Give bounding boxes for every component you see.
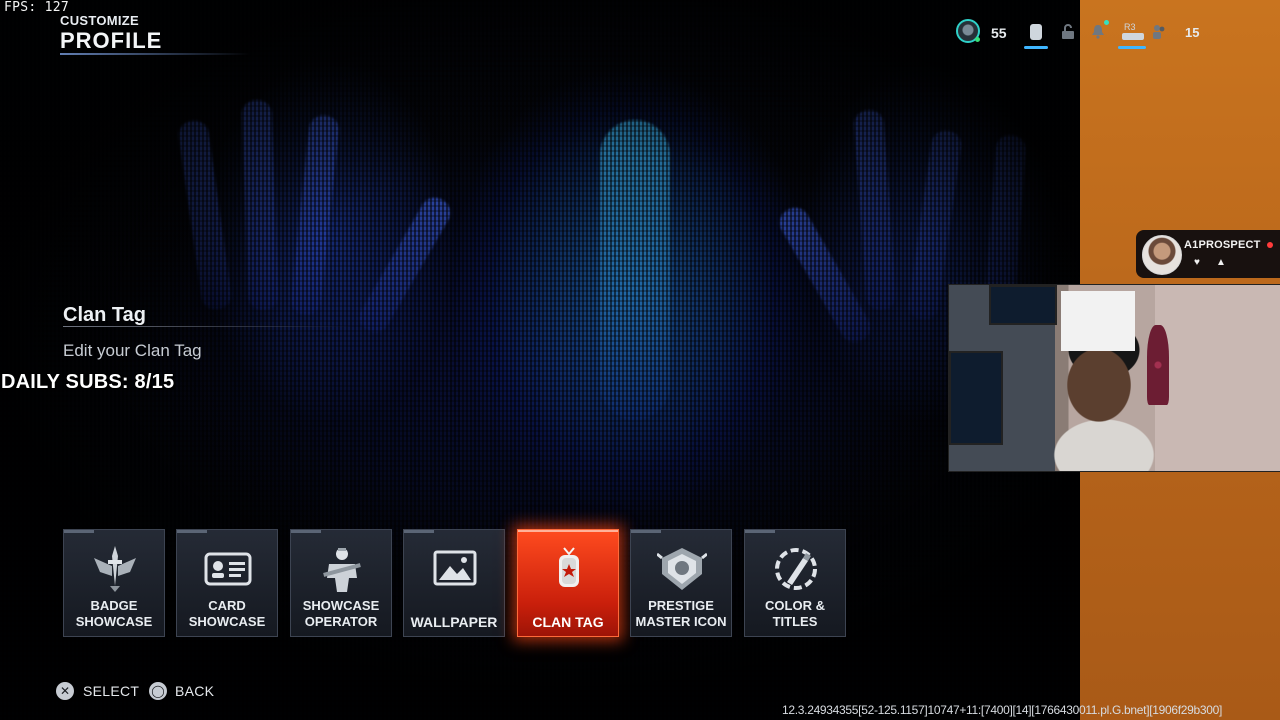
tile-label: SHOWCASE OPERATOR [302,598,380,629]
cross-button-icon: ✕ [56,682,74,700]
operator-icon [323,548,361,592]
active-indicator [1024,46,1048,49]
title-underline [60,53,250,55]
daily-subs-overlay: DAILY SUBS: 8/15 [1,371,175,393]
item-title: Clan Tag [63,304,146,326]
back-label: BACK [175,683,215,699]
live-dot [1267,242,1273,248]
build-info: 12.3.24934355[52-125.1157]10747+11:[7400… [782,703,1223,717]
tile-label: CLAN TAG [532,614,604,630]
tile-label: WALLPAPER [410,614,498,630]
online-status-dot [975,37,980,42]
tile-label: COLOR & TITLES [765,598,825,629]
card-icon [204,552,252,586]
badge-icon [94,546,136,592]
heart-icon: ♥ [1194,257,1200,268]
tile-wallpaper[interactable]: WALLPAPER [403,529,505,637]
select-label: SELECT [83,683,140,699]
streamer-avatar [1142,235,1182,275]
bell-icon[interactable] [1091,23,1105,40]
tile-prestige-master-icon[interactable]: PRESTIGE MASTER ICON [630,529,732,637]
breadcrumb: CUSTOMIZE [60,13,140,28]
tile-label: CARD SHOWCASE [188,598,266,629]
circle-button-icon: ◯ [149,682,167,700]
tile-showcase-operator[interactable]: SHOWCASE OPERATOR [290,529,392,637]
lock-icon[interactable] [1061,24,1075,40]
tile-badge-showcase[interactable]: BADGE SHOWCASE [63,529,165,637]
game-screen: FPS: 127 CUSTOMIZE PROFILE 55 R3 15 A1PR… [0,0,1280,720]
streamer-name: A1PROSPECT [1184,239,1261,251]
phone-icon[interactable] [1030,24,1042,40]
webcam-feed [948,284,1280,472]
r3-underline [1118,46,1146,49]
color-titles-icon [775,548,817,590]
tile-color-titles[interactable]: COLOR & TITLES [744,529,846,637]
wallpaper-icon [433,550,477,586]
friends-count: 15 [1185,25,1200,40]
notification-bell-icon: ▲ [1216,257,1226,268]
webcam-monitor [949,351,1003,445]
page-title: PROFILE [60,28,163,53]
tile-card-showcase[interactable]: CARD SHOWCASE [176,529,278,637]
r3-hint: R3 [1124,22,1136,32]
r3-icon[interactable] [1122,33,1144,40]
webcam-window [1061,291,1135,351]
player-level: 55 [991,25,1007,41]
item-title-divider [63,326,353,327]
webcam-monitor [989,285,1057,325]
notification-dot [1104,20,1109,25]
tile-label: BADGE SHOWCASE [75,598,153,629]
tile-clan-tag[interactable]: CLAN TAG [517,529,619,637]
dog-tag-icon [559,547,579,587]
prestige-icon [657,548,707,590]
webcam-tree [1147,325,1169,405]
streamer-badge: A1PROSPECT ♥ ▲ [1136,230,1280,278]
tile-label: PRESTIGE MASTER ICON [635,598,727,629]
friends-icon[interactable] [1152,23,1166,40]
item-description: Edit your Clan Tag [63,341,202,360]
